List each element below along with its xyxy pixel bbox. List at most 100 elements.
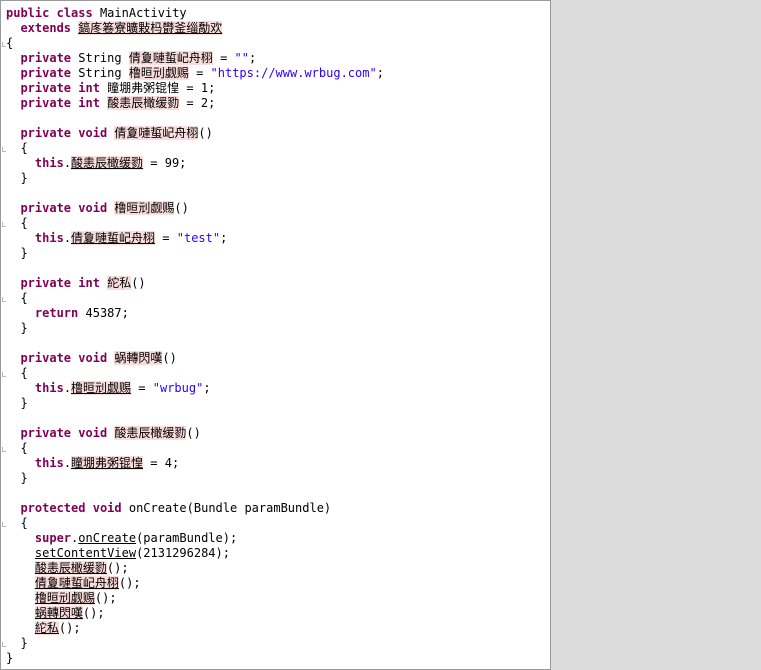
code-text: (): [162, 351, 177, 365]
keyword-token: this: [34, 456, 64, 470]
string-literal: "wrbug": [152, 381, 204, 395]
code-line: 紽私();: [6, 621, 384, 636]
string-literal: "test": [176, 231, 221, 245]
fold-marker-icon[interactable]: [2, 372, 6, 377]
code-text: {: [6, 516, 28, 530]
code-line: private String 橹晅刓觑赐 = "https://www.wrbu…: [6, 66, 384, 81]
code-text: {: [6, 441, 28, 455]
obfuscated-identifier: 瞳堋弗粥锟惶: [71, 456, 144, 470]
obfuscated-identifier: 倩夐嗹蜇屺舟栩: [114, 126, 199, 140]
code-line: }: [6, 471, 384, 486]
code-line: 倩夐嗹蜇屺舟栩();: [6, 576, 384, 591]
keyword-token: void: [78, 351, 108, 365]
keyword-token: this: [34, 156, 64, 170]
code-text: {: [6, 366, 28, 380]
code-text: ();: [58, 621, 81, 635]
obfuscated-identifier: 酸恚辰橄缓勠: [71, 156, 144, 170]
code-line: }: [6, 396, 384, 411]
empty-side-panel: [551, 0, 761, 670]
code-line: public class MainActivity: [6, 6, 384, 21]
keyword-token: private: [20, 351, 72, 365]
code-line: this.酸恚辰橄缓勠 = 99;: [6, 156, 384, 171]
code-line: }: [6, 651, 384, 666]
code-line: {: [6, 291, 384, 306]
obfuscated-identifier: 蜗轉閃嘆: [34, 606, 83, 620]
keyword-token: this: [34, 381, 64, 395]
keyword-token: private: [20, 81, 72, 95]
code-text: (): [174, 201, 189, 215]
code-text: .: [63, 156, 72, 170]
code-line: this.瞳堋弗粥锟惶 = 4;: [6, 456, 384, 471]
method-reference: setContentView: [34, 546, 137, 560]
code-text: .: [63, 456, 72, 470]
code-line: private int 瞳堋弗粥锟惶 = 1;: [6, 81, 384, 96]
code-line: private int 酸恚辰橄缓勠 = 2;: [6, 96, 384, 111]
code-editor[interactable]: public class MainActivity extends 鎬庝箞寮曠敤…: [0, 0, 551, 670]
code-text: }: [6, 651, 14, 665]
fold-marker-icon[interactable]: [2, 522, 6, 527]
code-line: }: [6, 171, 384, 186]
code-text: 瞳堋弗粥锟惶 = 1;: [99, 81, 216, 95]
code-text: (): [186, 426, 201, 440]
code-listing: public class MainActivity extends 鎬庝箞寮曠敤…: [6, 6, 384, 666]
fold-marker-icon[interactable]: [2, 147, 6, 152]
code-text: onCreate(Bundle paramBundle): [121, 501, 332, 515]
keyword-token: private: [20, 66, 72, 80]
code-line: private String 倩夐嗹蜇屺舟栩 = "";: [6, 51, 384, 66]
code-text: ();: [94, 591, 117, 605]
code-text: = 99;: [143, 156, 187, 170]
obfuscated-identifier: 倩夐嗹蜇屺舟栩: [71, 231, 156, 245]
code-text: }: [6, 171, 28, 185]
code-line: setContentView(2131296284);: [6, 546, 384, 561]
fold-marker-icon[interactable]: [2, 447, 6, 452]
keyword-token: void: [78, 201, 108, 215]
code-line: }: [6, 636, 384, 651]
code-line: protected void onCreate(Bundle paramBund…: [6, 501, 384, 516]
fold-marker-icon[interactable]: [2, 42, 6, 47]
obfuscated-identifier: 橹晅刓觑赐: [128, 66, 189, 80]
obfuscated-identifier: 鎬庝箞寮曠敤杩欎釜缁勪欢: [78, 21, 223, 35]
code-text: ();: [106, 561, 129, 575]
code-line: super.onCreate(paramBundle);: [6, 531, 384, 546]
code-text: =: [188, 66, 211, 80]
code-text: = 4;: [143, 456, 180, 470]
code-text: String: [71, 51, 129, 65]
obfuscated-identifier: 倩夐嗹蜇屺舟栩: [128, 51, 213, 65]
code-text: }: [6, 321, 28, 335]
keyword-token: public: [6, 6, 50, 20]
obfuscated-identifier: 紽私: [107, 276, 132, 290]
code-line: 橹晅刓觑赐();: [6, 591, 384, 606]
code-text: }: [6, 471, 28, 485]
code-text: (): [131, 276, 146, 290]
keyword-token: class: [56, 6, 93, 20]
fold-marker-icon[interactable]: [2, 297, 6, 302]
fold-marker-icon[interactable]: [2, 222, 6, 227]
code-text: ;: [248, 51, 257, 65]
obfuscated-identifier: 橹晅刓觑赐: [71, 381, 132, 395]
keyword-token: private: [20, 201, 72, 215]
keyword-token: private: [20, 426, 72, 440]
code-text: {: [6, 36, 14, 50]
fold-marker-icon[interactable]: [2, 642, 6, 647]
obfuscated-identifier: 橹晅刓觑赐: [114, 201, 175, 215]
keyword-token: void: [78, 426, 108, 440]
keyword-token: int: [78, 81, 100, 95]
code-text: = 2;: [179, 96, 216, 110]
